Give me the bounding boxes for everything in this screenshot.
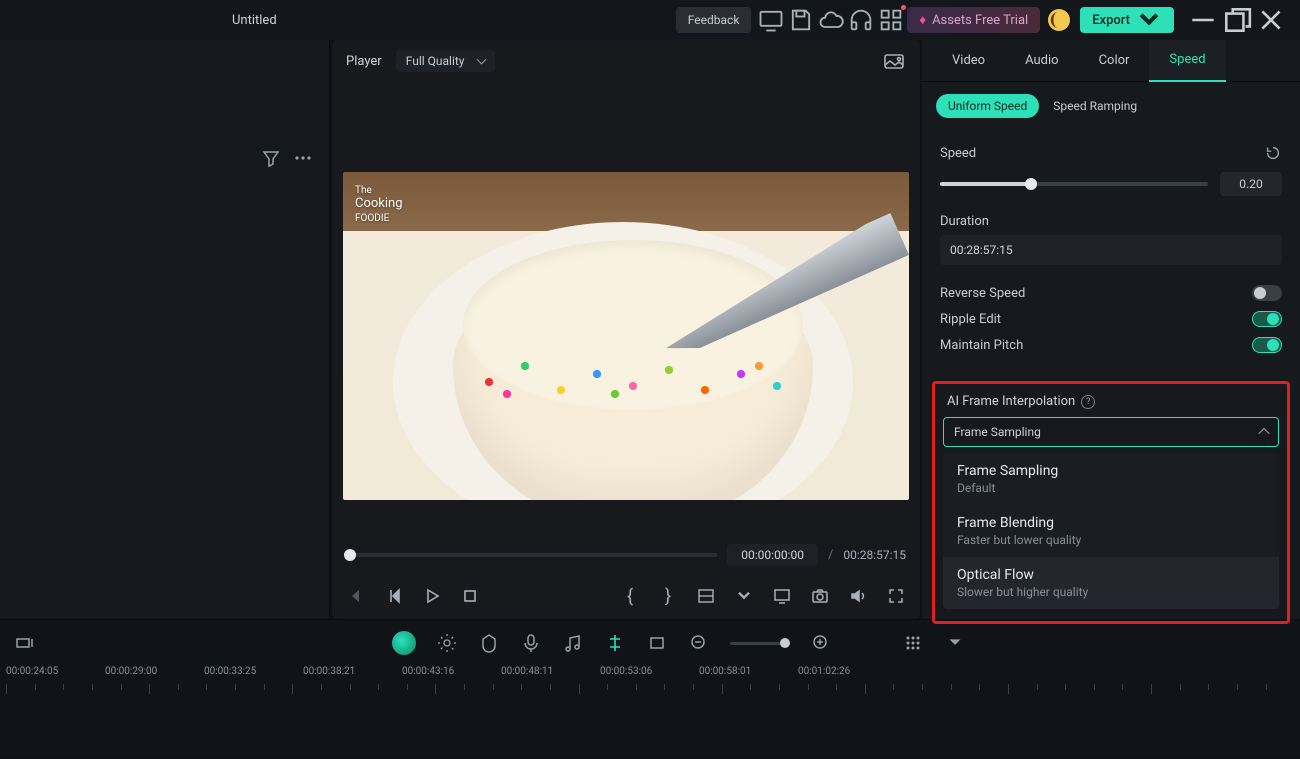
step-back-button[interactable] — [384, 586, 404, 606]
music-icon[interactable] — [562, 632, 584, 654]
tab-video[interactable]: Video — [932, 40, 1005, 82]
feedback-button[interactable]: Feedback — [676, 7, 752, 33]
mark-out-button[interactable]: } — [658, 586, 678, 606]
video-preview[interactable]: TheCookingFOODIE — [343, 172, 909, 500]
duration-input[interactable]: 00:28:57:15 — [940, 235, 1282, 265]
snapshot-icon[interactable] — [882, 49, 906, 73]
mic-icon[interactable] — [520, 632, 542, 654]
enhance-icon[interactable] — [436, 632, 458, 654]
ai-interpolation-dropdown: Frame Sampling Default Frame Blending Fa… — [943, 453, 1279, 609]
project-title: Untitled — [232, 13, 277, 28]
speed-slider[interactable] — [940, 182, 1208, 186]
ai-interpolation-label: AI Frame Interpolation — [947, 394, 1075, 409]
total-time: 00:28:57:15 — [843, 548, 906, 562]
aspect-button[interactable] — [696, 586, 716, 606]
crop-icon[interactable] — [646, 632, 668, 654]
monitor-button[interactable] — [772, 586, 792, 606]
stop-button[interactable] — [460, 586, 480, 606]
export-button[interactable]: Export — [1080, 7, 1174, 33]
timeline-ruler[interactable]: 00:00:24:05 00:00:29:00 00:00:33:25 00:0… — [0, 666, 1300, 702]
reverse-speed-label: Reverse Speed — [940, 286, 1025, 301]
speed-value[interactable]: 0.20 — [1220, 172, 1282, 196]
split-icon[interactable] — [604, 632, 626, 654]
close-button[interactable] — [1254, 5, 1288, 35]
chevron-up-icon — [1258, 428, 1269, 439]
headphones-icon[interactable] — [847, 6, 875, 34]
gem-icon: ♦ — [919, 12, 926, 28]
zoom-out-icon[interactable] — [688, 632, 710, 654]
mark-in-button[interactable]: { — [620, 586, 640, 606]
ai-interpolation-select[interactable]: Frame Sampling — [943, 417, 1279, 447]
watermark-logo: TheCookingFOODIE — [355, 182, 403, 224]
reset-speed-button[interactable] — [1264, 144, 1282, 162]
tab-speed[interactable]: Speed — [1149, 40, 1225, 82]
maintain-pitch-toggle[interactable] — [1252, 337, 1282, 353]
play-button[interactable] — [422, 586, 442, 606]
apps-icon[interactable] — [877, 6, 905, 34]
minimize-button[interactable] — [1186, 5, 1220, 35]
ripple-edit-label: Ripple Edit — [940, 312, 1001, 327]
grid-icon[interactable] — [902, 632, 924, 654]
theme-icon[interactable] — [1048, 9, 1070, 31]
fullscreen-button[interactable] — [886, 586, 906, 606]
maintain-pitch-label: Maintain Pitch — [940, 338, 1023, 353]
dropdown-caret-icon[interactable] — [944, 632, 966, 654]
ripple-edit-toggle[interactable] — [1252, 311, 1282, 327]
preview-panel: Player Full Quality TheCookingFOODIE 00:… — [332, 40, 920, 619]
current-time: 00:00:00:00 — [727, 544, 818, 566]
help-icon[interactable]: ? — [1081, 395, 1095, 409]
media-panel — [0, 40, 330, 619]
titlebar: Untitled Feedback ♦Assets Free Trial Exp… — [0, 0, 1300, 40]
quality-select[interactable]: Full Quality — [396, 50, 495, 72]
properties-panel: Video Audio Color Speed Uniform Speed Sp… — [922, 40, 1300, 619]
ai-avatar-icon[interactable] — [392, 631, 416, 655]
display-icon[interactable] — [757, 6, 785, 34]
zoom-in-icon[interactable] — [810, 632, 832, 654]
maximize-button[interactable] — [1220, 5, 1254, 35]
duration-label: Duration — [940, 214, 1282, 229]
cloud-icon[interactable] — [817, 6, 845, 34]
subtab-speed-ramping[interactable]: Speed Ramping — [1053, 99, 1137, 113]
timeline-panel: 00:00:24:05 00:00:29:00 00:00:33:25 00:0… — [0, 619, 1300, 757]
assets-trial-button[interactable]: ♦Assets Free Trial — [907, 7, 1040, 33]
camera-button[interactable] — [810, 586, 830, 606]
tab-color[interactable]: Color — [1079, 40, 1150, 82]
reverse-speed-toggle[interactable] — [1252, 285, 1282, 301]
prev-frame-button[interactable] — [346, 586, 366, 606]
ai-interpolation-highlight: AI Frame Interpolation ? Frame Sampling … — [932, 381, 1290, 624]
option-optical-flow[interactable]: Optical Flow Slower but higher quality — [943, 557, 1279, 609]
speed-label: Speed — [940, 146, 976, 161]
scrub-bar[interactable] — [346, 553, 717, 557]
more-icon[interactable] — [293, 148, 313, 168]
option-frame-blending[interactable]: Frame Blending Faster but lower quality — [943, 505, 1279, 557]
player-label: Player — [346, 54, 382, 69]
save-icon[interactable] — [787, 6, 815, 34]
timeline-view-icon[interactable] — [14, 632, 36, 654]
option-frame-sampling[interactable]: Frame Sampling Default — [943, 453, 1279, 505]
filter-icon[interactable] — [261, 148, 281, 168]
subtab-uniform-speed[interactable]: Uniform Speed — [936, 94, 1039, 118]
volume-button[interactable] — [848, 586, 868, 606]
chevron-down-icon[interactable] — [734, 586, 754, 606]
zoom-slider[interactable] — [730, 642, 790, 645]
tab-audio[interactable]: Audio — [1005, 40, 1078, 82]
marker-icon[interactable] — [478, 632, 500, 654]
